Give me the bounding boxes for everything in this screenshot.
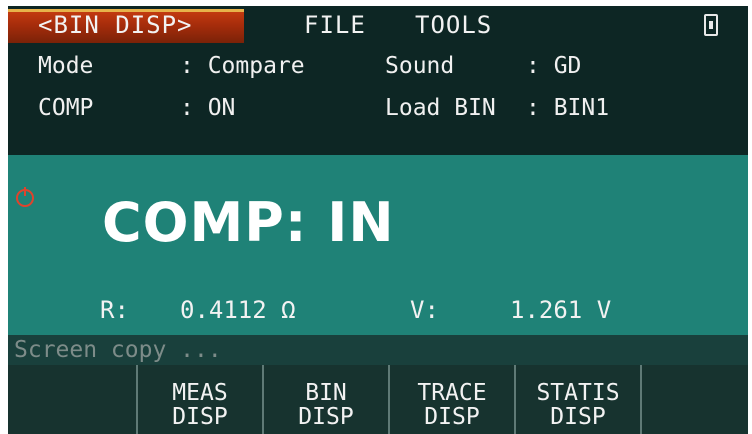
softkey-label: MEAS bbox=[172, 380, 228, 406]
menu-file[interactable]: FILE bbox=[304, 10, 366, 40]
v-label: V: bbox=[410, 296, 439, 324]
message-line: Screen copy ... bbox=[8, 335, 748, 365]
r-label: R: bbox=[100, 296, 129, 324]
menu-bar: <BIN DISP> FILE TOOLS bbox=[8, 6, 748, 44]
status-message: Screen copy ... bbox=[14, 337, 222, 363]
softkey-label: DISP bbox=[298, 404, 354, 430]
menu-tools[interactable]: TOOLS bbox=[415, 10, 492, 40]
softkey-label: STATIS bbox=[536, 380, 620, 406]
softkey-label: TRACE bbox=[417, 380, 487, 406]
tab-bin-disp-label[interactable]: <BIN DISP> bbox=[38, 10, 193, 40]
v-value: 1.261 V bbox=[510, 296, 612, 324]
softkey-6[interactable] bbox=[640, 365, 748, 434]
softkey-meas-disp[interactable]: MEAS DISP bbox=[136, 365, 262, 434]
softkey-label: DISP bbox=[424, 404, 480, 430]
power-icon bbox=[16, 187, 34, 207]
load-bin-value: : BIN1 bbox=[526, 95, 610, 121]
softkey-statis-disp[interactable]: STATIS DISP bbox=[514, 365, 640, 434]
sound-label: Sound bbox=[385, 53, 455, 79]
comp-label: COMP bbox=[38, 95, 94, 121]
instrument-screen: <BIN DISP> FILE TOOLS Mode : Compare Sou… bbox=[8, 6, 748, 434]
softkey-1[interactable] bbox=[8, 365, 136, 434]
sound-value: : GD bbox=[526, 53, 582, 79]
usb-drive-icon bbox=[704, 14, 718, 36]
softkey-label: DISP bbox=[550, 404, 606, 430]
softkey-label: DISP bbox=[172, 404, 228, 430]
comp-value: : ON bbox=[180, 95, 236, 121]
mode-value: : Compare bbox=[180, 53, 305, 79]
mode-label: Mode bbox=[38, 53, 94, 79]
softkey-label: BIN bbox=[305, 380, 347, 406]
softkey-bar: MEAS DISP BIN DISP TRACE DISP STATIS DIS… bbox=[8, 365, 748, 434]
r-value: 0.4112 Ω bbox=[180, 296, 296, 324]
softkey-trace-disp[interactable]: TRACE DISP bbox=[388, 365, 514, 434]
comp-result: COMP: IN bbox=[102, 191, 395, 254]
load-bin-label: Load BIN bbox=[385, 95, 496, 121]
softkey-bin-disp[interactable]: BIN DISP bbox=[262, 365, 388, 434]
measurement-display: COMP: IN R: 0.4112 Ω V: 1.261 V bbox=[8, 155, 748, 335]
